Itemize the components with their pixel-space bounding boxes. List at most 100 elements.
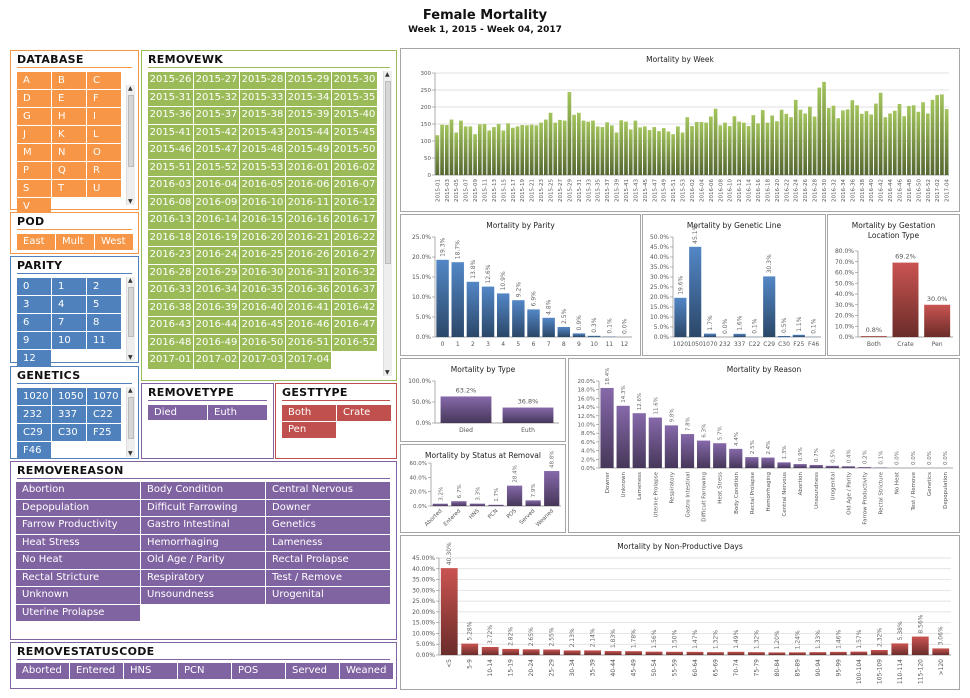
slicer-item[interactable]: 7 [52, 314, 86, 331]
slicer-item[interactable]: S [17, 180, 51, 197]
slicer-item[interactable]: 2015-42 [194, 124, 239, 141]
slicer-item[interactable]: 2016-20 [240, 229, 285, 246]
slicer-item[interactable]: 2016-22 [332, 229, 377, 246]
slicer-item[interactable]: 2016-11 [286, 194, 331, 211]
slicer-item[interactable]: 2016-44 [194, 317, 239, 334]
scroll-down-icon[interactable]: ▼ [385, 369, 390, 376]
scroll-up-icon[interactable]: ▲ [385, 71, 390, 78]
slicer-item[interactable]: 2016-36 [286, 282, 331, 299]
slicer-item[interactable]: 2016-21 [286, 229, 331, 246]
slicer-item[interactable]: 12 [17, 350, 51, 367]
slicer-item[interactable]: 2 [87, 278, 121, 295]
slicer-item[interactable]: Body Condition [141, 482, 265, 499]
slicer-item[interactable]: R [87, 162, 121, 179]
slicer-item[interactable]: 1020 [17, 388, 51, 405]
slicer-item[interactable]: Q [52, 162, 86, 179]
slicer-item[interactable]: 1 [52, 278, 86, 295]
slicer-item[interactable]: D [17, 90, 51, 107]
slicer-item[interactable]: 2016-45 [240, 317, 285, 334]
slicer-item[interactable]: Uterine Prolapse [16, 604, 140, 621]
slicer-item[interactable]: 2015-48 [240, 142, 285, 159]
slicer-item[interactable]: 2016-15 [240, 212, 285, 229]
slicer-item[interactable]: 2015-41 [148, 124, 193, 141]
slicer-item[interactable]: M [17, 144, 51, 161]
slicer-item[interactable]: 2016-28 [148, 264, 193, 281]
slicer-item[interactable]: 2015-53 [240, 159, 285, 176]
scrollbar[interactable]: ▲ ▼ [383, 71, 392, 376]
slicer-item[interactable]: Served [286, 663, 339, 679]
slicer-item[interactable]: 2016-10 [240, 194, 285, 211]
slicer-item[interactable]: Entered [70, 663, 123, 679]
slicer-item[interactable]: Depopulation [16, 499, 140, 516]
scrollbar-thumb[interactable] [128, 397, 134, 439]
slicer-item[interactable]: N [52, 144, 86, 161]
slicer-item[interactable]: Hemorrhaging [141, 534, 265, 551]
slicer-item[interactable]: 2015-32 [194, 89, 239, 106]
slicer-item[interactable]: 2015-38 [240, 107, 285, 124]
slicer-item[interactable]: 2016-49 [194, 334, 239, 351]
slicer-item[interactable]: 2015-50 [332, 142, 377, 159]
slicer-item[interactable]: 2016-31 [286, 264, 331, 281]
slicer-item[interactable]: 2015-47 [194, 142, 239, 159]
slicer-item[interactable]: 2016-46 [286, 317, 331, 334]
slicer-item[interactable]: 1070 [87, 388, 121, 405]
scroll-up-icon[interactable]: ▲ [128, 85, 133, 92]
slicer-item[interactable]: 2016-32 [332, 264, 377, 281]
slicer-item[interactable]: Abortion [16, 482, 140, 499]
slicer-item[interactable]: Mult [56, 234, 94, 250]
slicer-item[interactable]: 2015-39 [286, 107, 331, 124]
slicer-item[interactable]: Downer [266, 499, 390, 516]
slicer-item[interactable]: 2015-28 [240, 72, 285, 89]
slicer-item[interactable]: T [52, 180, 86, 197]
slicer-item[interactable]: 0 [17, 278, 51, 295]
slicer-item[interactable]: 2015-44 [286, 124, 331, 141]
slicer-item[interactable]: Crate [337, 405, 391, 421]
slicer-item[interactable]: 2015-29 [286, 72, 331, 89]
slicer-item[interactable]: P [17, 162, 51, 179]
slicer-item[interactable]: E [52, 90, 86, 107]
slicer-item[interactable]: Difficult Farrowing [141, 499, 265, 516]
slicer-item[interactable]: 2016-40 [240, 299, 285, 316]
slicer-item[interactable]: West [95, 234, 133, 250]
slicer-item[interactable]: East [17, 234, 55, 250]
slicer-item[interactable]: No Heat [16, 552, 140, 569]
slicer-item[interactable]: Weaned [340, 663, 393, 679]
slicer-item[interactable]: Rectal Prolapse [266, 552, 390, 569]
slicer-item[interactable]: O [87, 144, 121, 161]
slicer-item[interactable]: C30 [52, 424, 86, 441]
slicer-item[interactable]: 2016-18 [148, 229, 193, 246]
slicer-item[interactable]: POS [232, 663, 285, 679]
slicer-item[interactable]: 2015-33 [240, 89, 285, 106]
slicer-item[interactable]: 2016-23 [148, 247, 193, 264]
slicer-item[interactable]: Lameness [266, 534, 390, 551]
slicer-item[interactable]: 2016-01 [286, 159, 331, 176]
slicer-item[interactable]: 4 [52, 296, 86, 313]
slicer-item[interactable]: 2016-41 [286, 299, 331, 316]
scroll-up-icon[interactable]: ▲ [128, 387, 133, 394]
slicer-item[interactable]: C22 [87, 406, 121, 423]
slicer-item[interactable]: 2016-16 [286, 212, 331, 229]
slicer-item[interactable]: Central Nervous [266, 482, 390, 499]
slicer-item[interactable]: 2016-09 [194, 194, 239, 211]
slicer-item[interactable]: Aborted [16, 663, 69, 679]
scrollbar[interactable]: ▲ ▼ [126, 85, 135, 205]
slicer-item[interactable]: 2016-50 [240, 334, 285, 351]
slicer-item[interactable]: F46 [17, 442, 51, 459]
slicer-item[interactable]: 2016-27 [332, 247, 377, 264]
slicer-item[interactable]: B [52, 72, 86, 89]
slicer-item[interactable]: 2016-52 [332, 334, 377, 351]
slicer-item[interactable]: 2015-52 [194, 159, 239, 176]
slicer-item[interactable]: 2016-19 [194, 229, 239, 246]
slicer-item[interactable]: 2015-31 [148, 89, 193, 106]
slicer-item[interactable]: Test / Remove [266, 569, 390, 586]
scrollbar[interactable]: ▲ ▼ [126, 387, 135, 457]
slicer-item[interactable]: 2016-42 [332, 299, 377, 316]
slicer-item[interactable]: 2016-24 [194, 247, 239, 264]
slicer-item[interactable]: Genetics [266, 517, 390, 534]
scrollbar[interactable]: ▲ ▼ [126, 277, 135, 361]
slicer-item[interactable]: 2016-06 [286, 177, 331, 194]
slicer-item[interactable]: 2015-35 [332, 89, 377, 106]
scroll-down-icon[interactable]: ▼ [128, 354, 133, 361]
slicer-item[interactable]: 2016-39 [194, 299, 239, 316]
slicer-item[interactable]: 2016-51 [286, 334, 331, 351]
